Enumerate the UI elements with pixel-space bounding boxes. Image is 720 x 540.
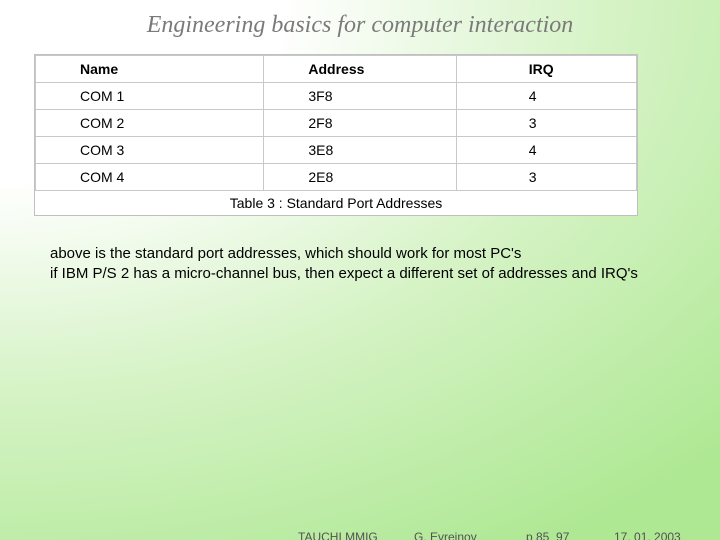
col-header-address: Address bbox=[264, 56, 456, 83]
body-line-1: above is the standard port addresses, wh… bbox=[50, 244, 692, 264]
footer-page: p 85_97 bbox=[526, 530, 569, 540]
slide: Engineering basics for computer interact… bbox=[0, 0, 720, 540]
footer-org: TAUCHI MMIG bbox=[298, 530, 378, 540]
table-row: COM 1 3F8 4 bbox=[36, 83, 637, 110]
cell-address: 2F8 bbox=[264, 110, 456, 137]
cell-name: COM 3 bbox=[36, 137, 264, 164]
cell-irq: 4 bbox=[456, 83, 636, 110]
port-table-container: Name Address IRQ COM 1 3F8 4 COM 2 2F8 3… bbox=[34, 54, 638, 216]
cell-irq: 3 bbox=[456, 110, 636, 137]
table-caption: Table 3 : Standard Port Addresses bbox=[35, 191, 637, 215]
table-header-row: Name Address IRQ bbox=[36, 56, 637, 83]
cell-irq: 4 bbox=[456, 137, 636, 164]
cell-name: COM 1 bbox=[36, 83, 264, 110]
cell-name: COM 2 bbox=[36, 110, 264, 137]
cell-name: COM 4 bbox=[36, 164, 264, 191]
page-title: Engineering basics for computer interact… bbox=[0, 12, 720, 39]
cell-address: 2E8 bbox=[264, 164, 456, 191]
footer-date: 17. 01. 2003 bbox=[614, 530, 681, 540]
footer-author: G. Evreinov bbox=[414, 530, 477, 540]
cell-irq: 3 bbox=[456, 164, 636, 191]
body-line-2: if IBM P/S 2 has a micro-channel bus, th… bbox=[50, 264, 692, 284]
table-row: COM 2 2F8 3 bbox=[36, 110, 637, 137]
body-text: above is the standard port addresses, wh… bbox=[50, 244, 692, 285]
cell-address: 3E8 bbox=[264, 137, 456, 164]
col-header-name: Name bbox=[36, 56, 264, 83]
cell-address: 3F8 bbox=[264, 83, 456, 110]
table-row: COM 3 3E8 4 bbox=[36, 137, 637, 164]
port-table: Name Address IRQ COM 1 3F8 4 COM 2 2F8 3… bbox=[35, 55, 637, 191]
col-header-irq: IRQ bbox=[456, 56, 636, 83]
table-row: COM 4 2E8 3 bbox=[36, 164, 637, 191]
